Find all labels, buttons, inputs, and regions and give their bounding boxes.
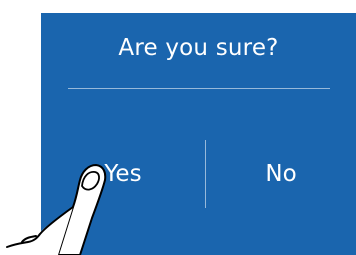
button-divider bbox=[205, 140, 206, 208]
screen: Are you sure? Yes No bbox=[0, 0, 356, 255]
no-button[interactable]: No bbox=[216, 137, 346, 211]
title-divider bbox=[68, 88, 330, 89]
dialog-title: Are you sure? bbox=[118, 35, 279, 61]
yes-button[interactable]: Yes bbox=[53, 137, 193, 211]
confirmation-dialog: Are you sure? Yes No bbox=[41, 13, 356, 255]
